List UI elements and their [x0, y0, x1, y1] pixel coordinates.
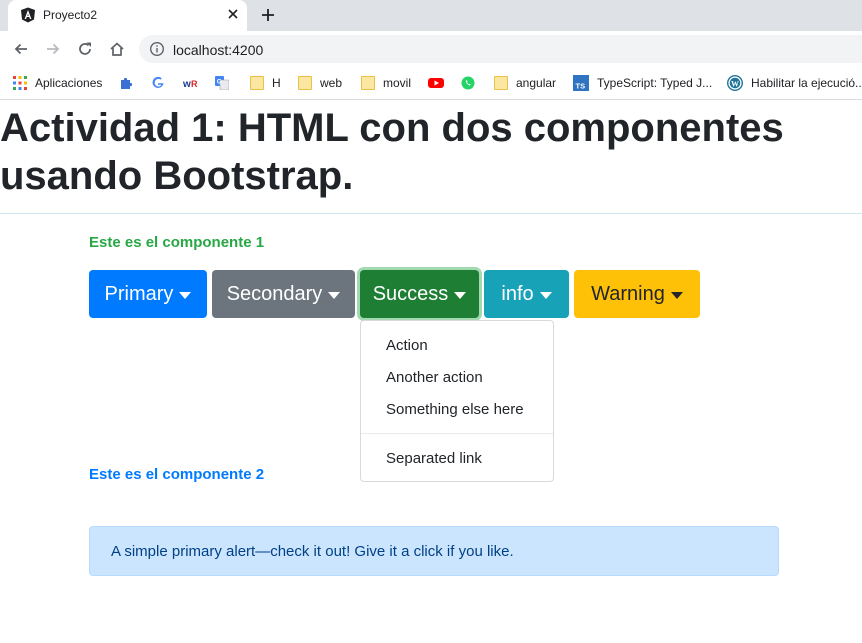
folder-icon	[250, 76, 264, 90]
youtube-icon	[428, 78, 444, 88]
google-icon	[152, 76, 164, 88]
reload-icon[interactable]	[76, 40, 94, 58]
address-url: localhost:4200	[173, 42, 264, 58]
info-dropdown-button[interactable]: info	[484, 270, 569, 318]
folder-icon	[298, 76, 312, 90]
bookmark-wordpress[interactable]: W Habilitar la ejecució...	[727, 75, 862, 91]
secondary-dropdown-button[interactable]: Secondary	[212, 270, 355, 318]
whatsapp-icon	[461, 76, 475, 90]
button-label: Success	[372, 282, 449, 305]
success-dropdown-menu: Action Another action Something else her…	[360, 320, 554, 482]
wordreference-icon: w R	[183, 79, 198, 90]
apps-grid-icon	[13, 76, 27, 90]
warning-dropdown-button[interactable]: Warning	[574, 270, 700, 318]
primary-alert[interactable]: A simple primary alert—check it out! Giv…	[89, 526, 779, 576]
svg-text:w: w	[183, 79, 191, 90]
bookmarks-bar: Aplicaciones w R G H web movil angular T…	[0, 67, 862, 100]
bookmark-whatsapp[interactable]	[461, 75, 483, 91]
browser-toolbar: localhost:4200	[0, 31, 862, 67]
button-label: Warning	[591, 282, 665, 305]
browser-tab[interactable]: Proyecto2	[8, 0, 247, 31]
caret-down-icon	[670, 291, 683, 299]
bookmark-google[interactable]	[151, 75, 173, 91]
browser-tabstrip: Proyecto2	[0, 0, 862, 31]
typescript-icon: TS	[573, 75, 589, 91]
folder-icon	[494, 76, 508, 90]
caret-down-icon	[454, 291, 467, 299]
bookmark-folder-h[interactable]: H	[250, 75, 281, 91]
svg-text:TS: TS	[576, 82, 586, 91]
bookmark-youtube[interactable]	[428, 75, 452, 91]
tab-title: Proyecto2	[43, 8, 98, 22]
new-tab-icon[interactable]	[259, 6, 277, 24]
success-dropdown-button[interactable]: Success	[360, 270, 479, 318]
caret-down-icon	[328, 291, 341, 299]
back-arrow-icon[interactable]	[12, 40, 30, 58]
bookmark-translate[interactable]: G	[215, 75, 237, 91]
info-icon[interactable]	[149, 41, 165, 57]
google-translate-icon: G	[215, 76, 229, 90]
dropdown-item-action[interactable]: Action	[386, 337, 428, 354]
component1-title: Este es el componente 1	[89, 234, 265, 251]
button-label: Secondary	[226, 282, 323, 305]
address-bar[interactable]: localhost:4200	[139, 35, 862, 63]
bookmark-aplicaciones[interactable]: Aplicaciones	[13, 75, 102, 91]
dropdown-item-something-else[interactable]: Something else here	[386, 401, 524, 418]
bookmark-label: movil	[383, 76, 412, 90]
bookmark-label: Habilitar la ejecució...	[751, 76, 862, 90]
divider	[0, 213, 862, 214]
bookmark-label: web	[320, 76, 343, 90]
close-icon[interactable]	[225, 6, 241, 22]
page-title: Actividad 1: HTML con dos componentes us…	[0, 106, 784, 198]
bookmark-label: H	[272, 76, 281, 90]
folder-icon	[361, 76, 375, 90]
bookmark-folder-movil[interactable]: movil	[361, 75, 411, 91]
bookmark-label: angular	[516, 76, 557, 90]
caret-down-icon	[179, 291, 192, 299]
wordpress-icon: W	[727, 75, 743, 91]
forward-arrow-icon[interactable]	[44, 40, 62, 58]
svg-text:W: W	[731, 79, 739, 88]
button-label: Primary	[104, 282, 174, 305]
dropdown-item-another-action[interactable]: Another action	[386, 369, 483, 386]
component2-title: Este es el componente 2	[89, 466, 265, 483]
bookmark-folder-angular[interactable]: angular	[494, 75, 556, 91]
bookmark-typescript[interactable]: TS TypeScript: Typed J...	[573, 75, 712, 91]
alert-text: A simple primary alert—check it out! Giv…	[111, 543, 514, 560]
primary-dropdown-button[interactable]: Primary	[89, 270, 207, 318]
puzzle-extension-icon	[121, 77, 133, 89]
dropdown-divider	[361, 433, 553, 434]
bookmark-folder-web[interactable]: web	[298, 75, 342, 91]
dropdown-item-separated-link[interactable]: Separated link	[386, 450, 482, 467]
bookmark-label: Aplicaciones	[35, 76, 103, 90]
bookmark-wordreference[interactable]: w R	[183, 75, 207, 91]
svg-text:R: R	[191, 79, 198, 89]
svg-text:G: G	[217, 79, 222, 86]
caret-down-icon	[539, 291, 552, 299]
angular-icon	[21, 7, 35, 23]
bookmark-label: TypeScript: Typed J...	[597, 76, 713, 90]
home-icon[interactable]	[108, 40, 126, 58]
bookmark-extension[interactable]	[119, 75, 141, 91]
button-label: info	[501, 282, 534, 305]
